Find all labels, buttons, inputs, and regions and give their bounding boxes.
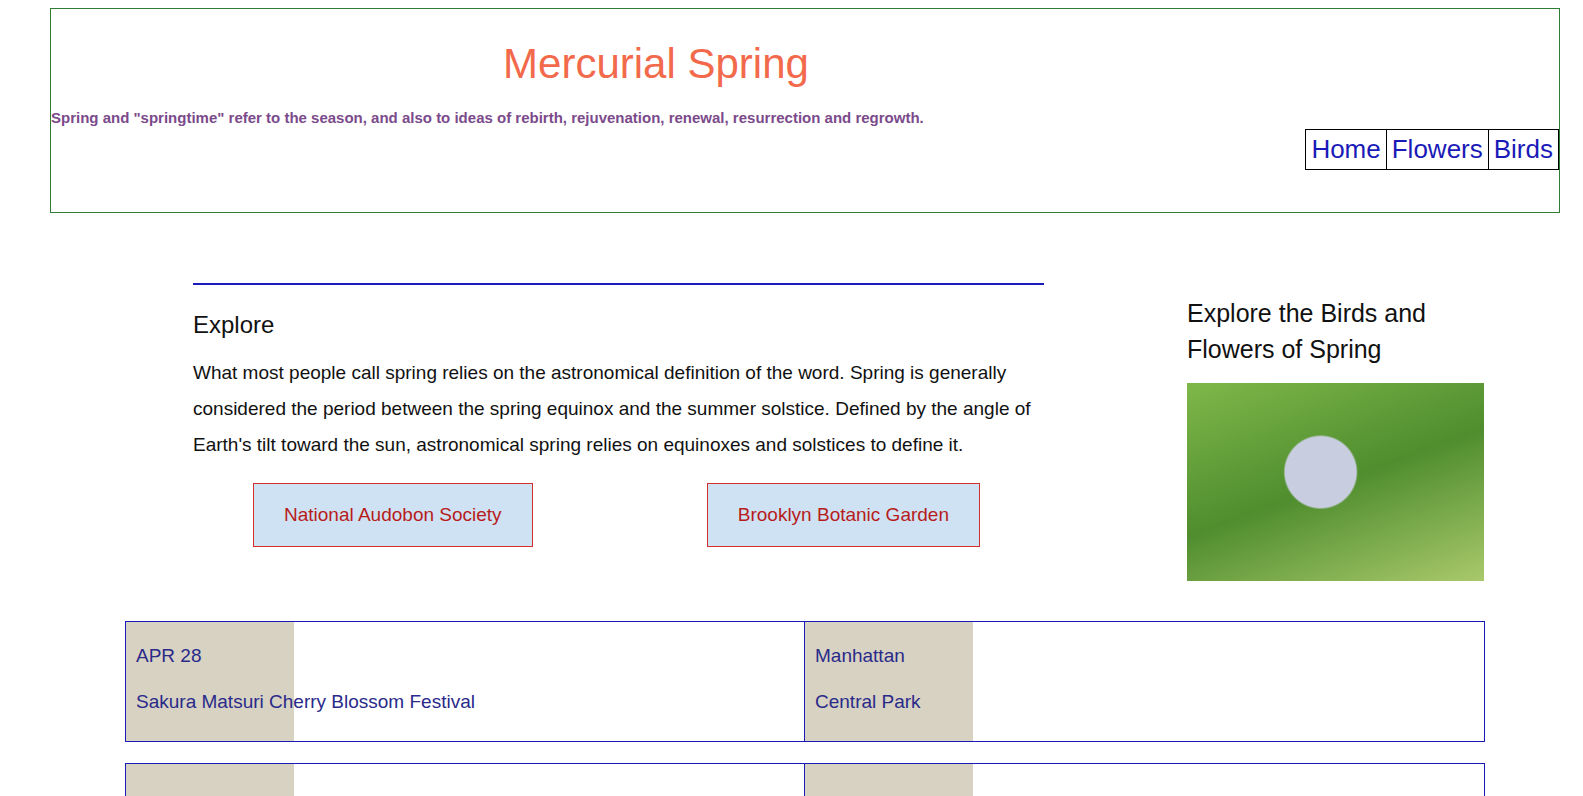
site-header: Mercurial Spring Spring and "springtime" … — [50, 8, 1560, 213]
sidebar: Explore the Birds and Flowers of Spring — [1187, 283, 1485, 581]
divider — [193, 283, 1044, 285]
explore-section: Explore What most people call spring reli… — [193, 283, 1044, 581]
card-text: Sakura Matsuri Cherry Blossom Festival — [136, 688, 794, 716]
link-button[interactable]: National Audobon Society — [253, 483, 533, 547]
event-card[interactable]: Manhattan Central Park — [804, 621, 1485, 742]
explore-text: What most people call spring relies on t… — [193, 355, 1044, 463]
header-row: Spring and "springtime" refer to the sea… — [51, 109, 1559, 170]
explore-heading: Explore — [193, 311, 1044, 339]
nav-link[interactable]: Flowers — [1386, 129, 1489, 170]
nav-link[interactable]: Home — [1305, 129, 1386, 170]
link-button[interactable]: Brooklyn Botanic Garden — [707, 483, 980, 547]
card-text: APR 28 — [136, 642, 794, 670]
card-text: Central Park — [815, 688, 1474, 716]
main-nav: HomeFlowersBirds — [1306, 129, 1559, 170]
event-card[interactable] — [125, 763, 805, 796]
nav-link[interactable]: Birds — [1488, 129, 1559, 170]
button-row: National Audobon Society Brooklyn Botanic… — [193, 483, 1044, 547]
event-card[interactable]: APR 28 Sakura Matsuri Cherry Blossom Fest… — [125, 621, 805, 742]
page: Mercurial Spring Spring and "springtime" … — [8, 8, 1575, 796]
tagline: Spring and "springtime" refer to the sea… — [51, 109, 924, 126]
event-card[interactable] — [804, 763, 1485, 796]
site-title: Mercurial Spring — [51, 39, 1261, 89]
event-cards: APR 28 Sakura Matsuri Cherry Blossom Fest… — [125, 621, 1485, 796]
sidebar-heading: Explore the Birds and Flowers of Spring — [1187, 295, 1485, 367]
main-content: Explore What most people call spring reli… — [125, 283, 1553, 581]
card-text: Manhattan — [815, 642, 1474, 670]
bird-photo — [1187, 383, 1484, 581]
